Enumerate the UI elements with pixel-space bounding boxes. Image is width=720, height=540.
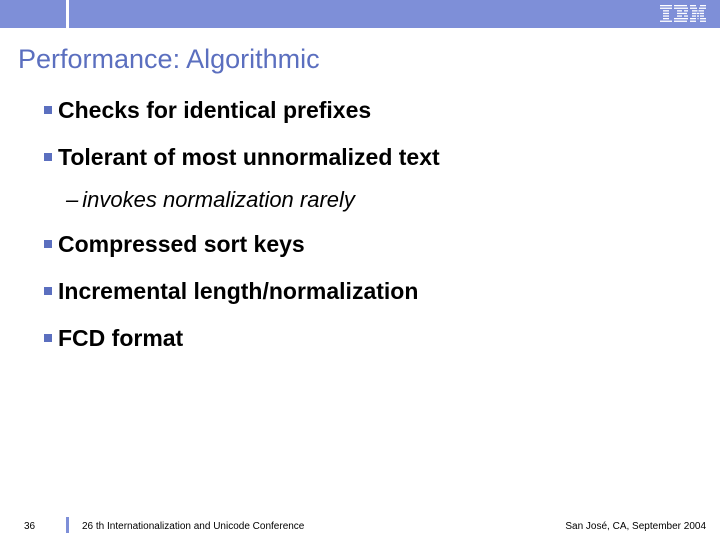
square-bullet-icon: [44, 106, 52, 114]
bullet-text: Incremental length/normalization: [58, 278, 418, 305]
square-bullet-icon: [44, 334, 52, 342]
content-area: Checks for identical prefixes Tolerant o…: [0, 75, 720, 352]
square-bullet-icon: [44, 240, 52, 248]
bullet-text: Checks for identical prefixes: [58, 97, 371, 124]
square-bullet-icon: [44, 287, 52, 295]
footer: 36 26 th Internationalization and Unicod…: [0, 516, 720, 540]
slide-title: Performance: Algorithmic: [0, 28, 720, 75]
header-divider: [66, 0, 69, 28]
header-bar: [0, 0, 720, 28]
page-number: 36: [24, 521, 35, 532]
bullet-text: Tolerant of most unnormalized text: [58, 144, 440, 171]
sub-bullet-text: invokes normalization rarely: [82, 187, 355, 213]
dash-icon: –: [66, 187, 78, 213]
bullet-item: Compressed sort keys: [44, 231, 720, 258]
footer-location-date: San José, CA, September 2004: [565, 521, 706, 532]
footer-conference: 26 th Internationalization and Unicode C…: [82, 521, 304, 532]
bullet-item: Checks for identical prefixes: [44, 97, 720, 124]
bullet-item: Incremental length/normalization: [44, 278, 720, 305]
sub-bullet-item: – invokes normalization rarely: [66, 187, 720, 213]
bullet-item: FCD format: [44, 325, 720, 352]
bullet-text: Compressed sort keys: [58, 231, 305, 258]
footer-divider: [66, 517, 69, 533]
square-bullet-icon: [44, 153, 52, 161]
bullet-item: Tolerant of most unnormalized text: [44, 144, 720, 171]
ibm-logo-icon: [660, 5, 706, 23]
bullet-text: FCD format: [58, 325, 183, 352]
